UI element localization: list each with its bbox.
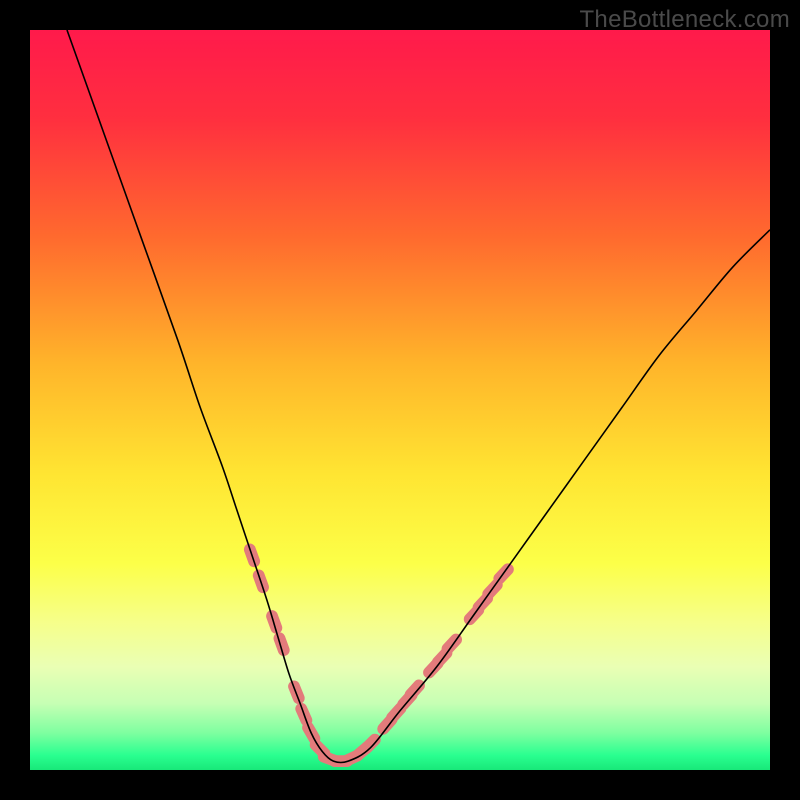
- chart-svg: [30, 30, 770, 770]
- bottleneck-curve: [67, 30, 770, 763]
- watermark-text: TheBottleneck.com: [579, 6, 790, 34]
- figure-frame: TheBottleneck.com: [0, 0, 800, 800]
- marker-capsule: [272, 631, 291, 658]
- plot-area: [30, 30, 770, 770]
